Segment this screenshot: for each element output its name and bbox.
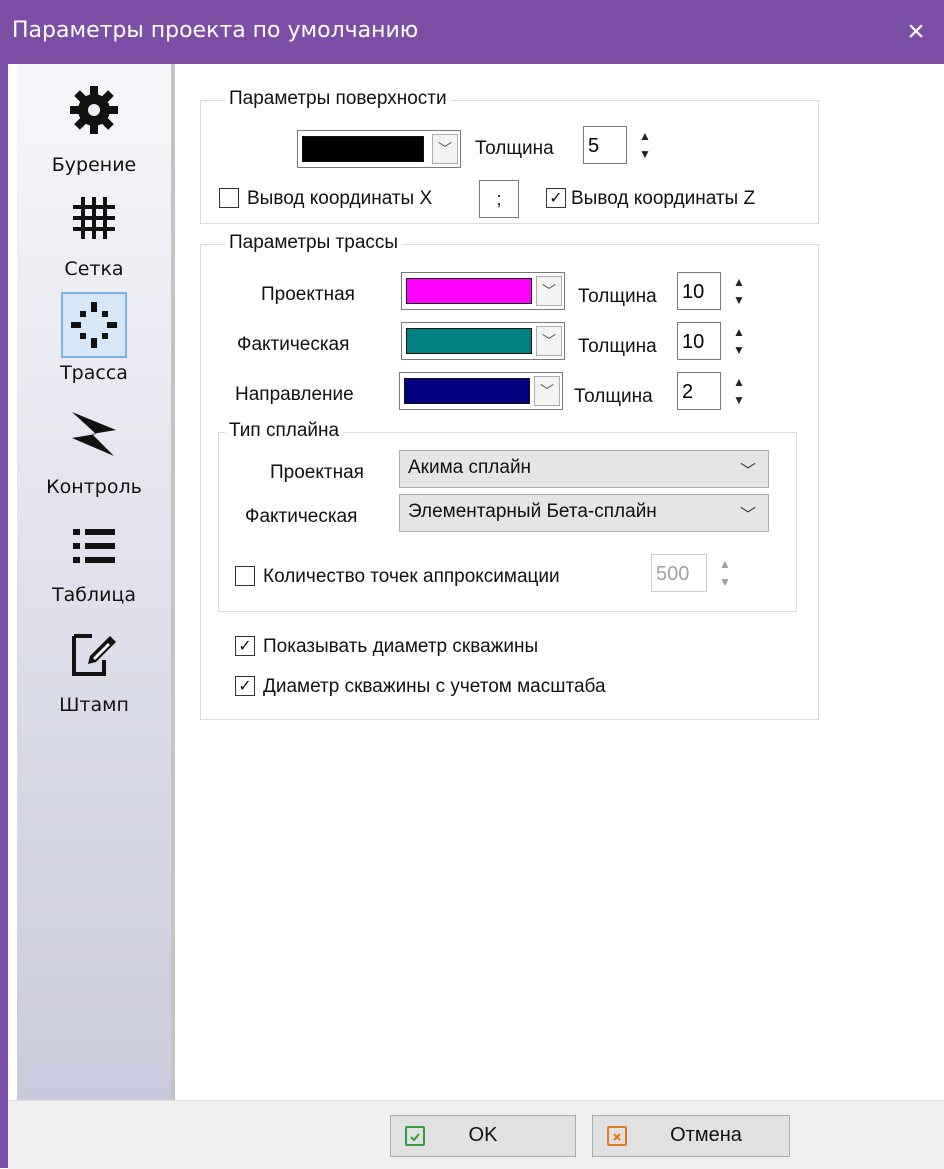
spin-up-icon[interactable]: ▲	[729, 274, 749, 290]
surface-color-combo[interactable]: ﹀	[297, 130, 461, 168]
color-swatch	[302, 136, 424, 162]
trace-actual-color-combo[interactable]: ﹀	[401, 322, 565, 360]
output-z-label: Вывод координаты Z	[571, 188, 756, 209]
spline-design-label: Проектная	[270, 462, 364, 483]
separator-input[interactable]: ;	[479, 180, 519, 218]
sidebar-item-label: Контроль	[46, 476, 142, 498]
surface-thickness-input[interactable]: 5	[583, 126, 627, 164]
cancel-button-label: Отмена	[670, 1124, 742, 1146]
trace-direction-thickness-input[interactable]: 2	[677, 372, 721, 410]
spin-arrows[interactable]: ▲ ▼	[729, 324, 749, 360]
window-left-border	[0, 64, 8, 1168]
spline-actual-value: Элементарный Бета-сплайн	[408, 501, 657, 522]
spline-actual-label: Фактическая	[245, 506, 358, 527]
spin-down-icon: ▼	[719, 575, 731, 589]
approx-points-input: 500	[651, 554, 707, 592]
spin-arrows[interactable]: ▲ ▼	[635, 128, 655, 164]
approx-points-label: Количество точек аппроксимации	[263, 566, 560, 587]
spin-up-icon[interactable]: ▲	[729, 324, 749, 340]
approx-points-checkbox[interactable]	[235, 566, 255, 586]
spline-group-label: Тип сплайна	[225, 420, 344, 442]
spline-design-select[interactable]: Акима сплайн ﹀	[399, 450, 769, 488]
spin-arrows[interactable]: ▲ ▼	[729, 374, 749, 410]
spin-up-icon[interactable]: ▲	[729, 374, 749, 390]
sidebar-item-label: Сетка	[64, 258, 124, 280]
spin-up-icon: ▲	[719, 557, 731, 571]
spin-down-icon[interactable]: ▼	[729, 292, 749, 308]
color-swatch	[404, 378, 530, 404]
sidebar-item-control[interactable]: Контроль	[17, 400, 171, 510]
chevron-down-icon[interactable]: ﹀	[432, 134, 458, 164]
trace-actual-label: Фактическая	[237, 334, 350, 355]
control-icon	[66, 406, 122, 462]
crosshair-icon	[61, 292, 127, 358]
trace-design-label: Проектная	[261, 284, 355, 305]
spin-down-icon[interactable]: ▼	[729, 342, 749, 358]
trace-actual-thickness-input[interactable]: 10	[677, 322, 721, 360]
sidebar-item-table[interactable]: Таблица	[17, 510, 171, 620]
trace-direction-label: Направление	[235, 384, 354, 405]
spline-design-value: Акима сплайн	[408, 457, 532, 478]
trace-direction-thickness-label: Толщина	[574, 386, 653, 407]
spin-down-icon[interactable]: ▼	[729, 392, 749, 408]
output-x-checkbox[interactable]	[219, 188, 239, 208]
chevron-down-icon: ﹀	[739, 507, 756, 524]
settings-panel: Параметры поверхности ﹀ Толщина 5 ▲ ▼ Вы…	[175, 64, 944, 1100]
ok-button[interactable]: OK	[390, 1115, 576, 1157]
sidebar-item-label: Бурение	[51, 154, 137, 176]
color-swatch	[406, 328, 532, 354]
sidebar-item-grid[interactable]: Сетка	[17, 184, 171, 294]
trace-direction-color-combo[interactable]: ﹀	[399, 372, 563, 410]
sidebar: Бурение Сетка Трасса Контроль Таблица Шт…	[17, 64, 171, 1100]
color-swatch	[406, 278, 532, 304]
chevron-down-icon[interactable]: ﹀	[534, 376, 560, 406]
chevron-down-icon: ﹀	[739, 463, 756, 480]
spin-arrows[interactable]: ▲ ▼	[729, 274, 749, 310]
sidebar-item-trace[interactable]: Трасса	[17, 290, 171, 400]
trace-group-label: Параметры трассы	[225, 232, 403, 254]
sidebar-item-drilling[interactable]: Бурение	[17, 74, 171, 184]
diameter-scale-label: Диаметр скважины с учетом масштаба	[263, 676, 606, 697]
spline-actual-select[interactable]: Элементарный Бета-сплайн ﹀	[399, 494, 769, 532]
cancel-button[interactable]: Отмена	[592, 1115, 790, 1157]
window-title: Параметры проекта по умолчанию	[12, 18, 419, 43]
dialog-window: Параметры проекта по умолчанию × Бурение…	[0, 0, 944, 1169]
surface-group-label: Параметры поверхности	[225, 88, 451, 110]
ok-button-label: OK	[468, 1124, 498, 1146]
output-x-label: Вывод координаты X	[247, 188, 433, 209]
close-icon[interactable]: ×	[888, 0, 944, 64]
sidebar-item-label: Штамп	[59, 694, 129, 716]
chevron-down-icon[interactable]: ﹀	[536, 326, 562, 356]
grid-icon	[66, 190, 122, 246]
sidebar-item-label: Таблица	[51, 584, 137, 606]
show-diameter-label: Показывать диаметр скважины	[263, 636, 539, 657]
dialog-footer: OK Отмена	[8, 1100, 944, 1169]
chevron-down-icon[interactable]: ﹀	[536, 276, 562, 306]
surface-thickness-label: Толщина	[475, 138, 554, 159]
spin-arrows: ▲ ▼	[715, 556, 735, 592]
list-icon	[66, 518, 122, 574]
edit-icon	[66, 626, 122, 682]
sidebar-item-stamp[interactable]: Штамп	[17, 620, 171, 730]
trace-actual-thickness-label: Толщина	[578, 336, 657, 357]
output-z-checkbox[interactable]: ✓	[546, 188, 566, 208]
trace-design-color-combo[interactable]: ﹀	[401, 272, 565, 310]
trace-design-thickness-input[interactable]: 10	[677, 272, 721, 310]
title-bar: Параметры проекта по умолчанию ×	[0, 0, 944, 64]
show-diameter-checkbox[interactable]: ✓	[235, 636, 255, 656]
trace-design-thickness-label: Толщина	[578, 286, 657, 307]
diameter-scale-checkbox[interactable]: ✓	[235, 676, 255, 696]
gear-icon	[66, 82, 122, 138]
spin-down-icon[interactable]: ▼	[635, 146, 655, 162]
sidebar-item-label: Трасса	[60, 362, 128, 384]
spin-up-icon[interactable]: ▲	[635, 128, 655, 144]
